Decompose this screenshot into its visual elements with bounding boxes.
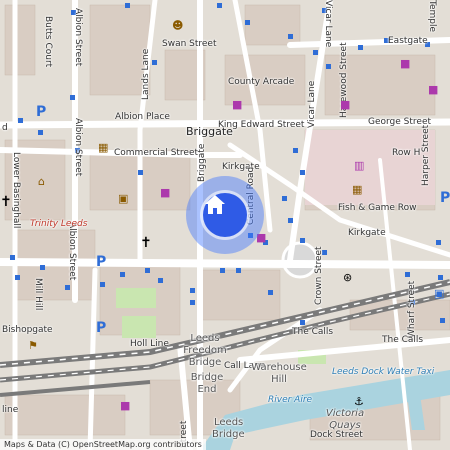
label-leeds-dock-water-taxi: Leeds Dock Water Taxi bbox=[332, 367, 435, 377]
museum-icon: ⌂ bbox=[38, 175, 45, 188]
bus-icon: ▣ bbox=[434, 287, 445, 300]
label-vicar-lane-top: Vicar Lane bbox=[323, 0, 333, 48]
shop-icon: ■ bbox=[120, 399, 131, 412]
label-butts-court: Butts Court bbox=[43, 16, 53, 68]
label-briggate-side: Briggate bbox=[197, 143, 207, 182]
label-temple: Temple bbox=[427, 0, 437, 33]
current-location-marker[interactable] bbox=[203, 193, 247, 237]
bus-station-icon: ⊛ bbox=[343, 271, 353, 284]
label-albion-street-low: Albion Street bbox=[67, 222, 77, 281]
label-kirkgate-right: Kirkgate bbox=[348, 228, 386, 238]
label-swan-street: Swan Street bbox=[162, 39, 217, 49]
label-victoria-quays: Victoria Quays bbox=[325, 408, 365, 431]
label-king-edward-street: King Edward Street bbox=[218, 120, 305, 130]
shop-icon: ■ bbox=[400, 57, 411, 70]
label-the-calls-2: The Calls bbox=[382, 335, 424, 345]
label-harper-street: Harper Street bbox=[421, 124, 431, 186]
label-holl-line: Holl Line bbox=[130, 339, 169, 349]
library-icon: ▦ bbox=[352, 183, 363, 196]
cinema-icon: ▣ bbox=[118, 192, 129, 205]
label-albion-street-mid: Albion Street bbox=[73, 118, 83, 177]
label-albion-place: Albion Place bbox=[115, 112, 170, 122]
pub-icon: ⚑ bbox=[28, 339, 38, 352]
label-dock-street: Dock Street bbox=[310, 430, 363, 440]
label-river-aire: River Aire bbox=[268, 395, 313, 405]
parking-icon: P bbox=[96, 320, 107, 336]
shop-icon: ■ bbox=[428, 83, 439, 96]
label-albion-street-top: Albion Street bbox=[73, 8, 83, 67]
label-row-h: Row H bbox=[392, 148, 421, 158]
church-icon: ✝ bbox=[0, 194, 12, 210]
library-icon: ▦ bbox=[98, 141, 109, 154]
map-attribution: Maps & Data (C) OpenStreetMap.org contri… bbox=[0, 439, 206, 450]
label-bridge-end: Bridge End bbox=[190, 372, 224, 395]
label-lower-basinghall: Lower Basinghall bbox=[11, 152, 21, 229]
shop-icon: ■ bbox=[160, 186, 171, 199]
label-fish-game-row: Fish & Game Row bbox=[338, 203, 417, 213]
label-county-arcade: County Arcade bbox=[228, 77, 295, 87]
label-trinity-leeds: Trinity Leeds bbox=[30, 219, 88, 229]
label-eastgate: Eastgate bbox=[388, 36, 428, 46]
parking-icon: P bbox=[96, 254, 107, 270]
shop-icon: ■ bbox=[232, 98, 243, 111]
parking-icon: P bbox=[440, 190, 450, 206]
label-line: line bbox=[2, 405, 19, 415]
shop-icon: ■ bbox=[340, 98, 351, 111]
label-lands-lane: Lands Lane bbox=[141, 48, 151, 100]
label-d: d bbox=[2, 123, 8, 133]
market-icon: ▥ bbox=[354, 159, 365, 172]
park bbox=[122, 316, 156, 338]
label-crown-street: Crown Street bbox=[314, 246, 324, 305]
label-leeds-bottom: Leeds bbox=[214, 417, 244, 428]
label-bishopgate: Bishopgate bbox=[2, 325, 53, 335]
label-mill-hill: Mill Hill bbox=[33, 278, 43, 311]
label-bridge-bottom: Bridge bbox=[212, 429, 245, 440]
map-view[interactable]: Vicar Lane Eastgate Temple Butts Court A… bbox=[0, 0, 450, 450]
label-vicar-lane-mid: Vicar Lane bbox=[307, 80, 317, 128]
home-icon bbox=[205, 195, 225, 214]
label-the-calls-1: The Calls bbox=[292, 327, 334, 337]
label-warehouse-hill: Warehouse Hill bbox=[251, 362, 307, 385]
parking-icon: P bbox=[36, 104, 47, 120]
label-leeds-freedom-bridge: Leeds Freedom Bridge bbox=[183, 333, 227, 368]
label-wharf-street: Wharf Street bbox=[407, 280, 417, 338]
ferry-icon: ⚓ bbox=[354, 395, 364, 408]
park bbox=[116, 288, 156, 308]
label-commercial-street: Commercial Street bbox=[114, 148, 199, 158]
theatre-icon: ☻ bbox=[172, 19, 184, 32]
market-area bbox=[305, 130, 435, 205]
church-icon: ✝ bbox=[140, 235, 152, 251]
